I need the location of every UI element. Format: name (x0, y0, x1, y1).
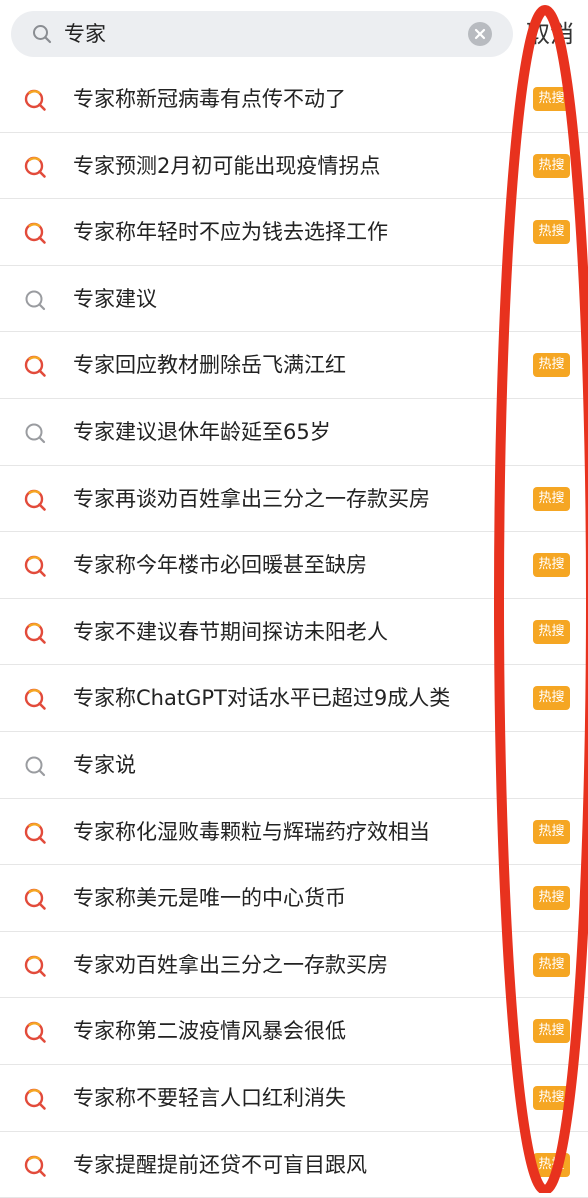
search-icon (23, 420, 49, 446)
hot-badge: 热搜 (533, 87, 570, 111)
suggestion-label: 专家称不要轻言人口红利消失 (73, 1065, 346, 1131)
suggestion-label: 专家说 (73, 732, 136, 798)
suggestion-label: 专家不建议春节期间探访未阳老人 (73, 599, 388, 665)
hot-badge: 热搜 (533, 154, 570, 178)
suggestion-item[interactable]: 专家回应教材删除岳飞满江红 热搜 (0, 332, 588, 399)
hot-badge: 热搜 (533, 886, 570, 910)
suggestion-item[interactable]: 专家建议 (0, 266, 588, 333)
suggestion-label: 专家称化湿败毒颗粒与辉瑞药疗效相当 (73, 799, 430, 865)
suggestion-label: 专家提醒提前还贷不可盲目跟风 (73, 1132, 367, 1198)
hot-search-icon (23, 886, 49, 912)
suggestion-label: 专家称第二波疫情风暴会很低 (73, 998, 346, 1064)
suggestion-item[interactable]: 专家劝百姓拿出三分之一存款买房 热搜 (0, 932, 588, 999)
hot-search-icon (23, 686, 49, 712)
suggestion-label: 专家预测2月初可能出现疫情拐点 (73, 133, 380, 199)
suggestion-item[interactable]: 专家称新冠病毒有点传不动了 热搜 (0, 66, 588, 133)
hot-search-icon (23, 620, 49, 646)
hot-search-icon (23, 953, 49, 979)
hot-search-icon (23, 87, 49, 113)
hot-search-icon (23, 1086, 49, 1112)
suggestion-item[interactable]: 专家不建议春节期间探访未阳老人 热搜 (0, 599, 588, 666)
suggestion-item[interactable]: 专家预测2月初可能出现疫情拐点 热搜 (0, 133, 588, 200)
hot-search-icon (23, 353, 49, 379)
suggestion-item[interactable]: 专家说 (0, 732, 588, 799)
hot-search-icon (23, 154, 49, 180)
hot-badge: 热搜 (533, 553, 570, 577)
hot-search-icon (23, 1153, 49, 1179)
suggestion-label: 专家称年轻时不应为钱去选择工作 (73, 199, 388, 265)
suggestion-item[interactable]: 专家提醒提前还贷不可盲目跟风 热搜 (0, 1132, 588, 1198)
hot-badge: 热搜 (533, 620, 570, 644)
search-input[interactable]: 专家 (11, 11, 513, 57)
hot-badge: 热搜 (533, 220, 570, 244)
search-icon (23, 753, 49, 779)
search-icon (23, 287, 49, 313)
hot-search-icon (23, 820, 49, 846)
hot-badge: 热搜 (533, 1153, 570, 1177)
hot-search-icon (23, 487, 49, 513)
hot-badge: 热搜 (533, 820, 570, 844)
suggestion-item[interactable]: 专家称化湿败毒颗粒与辉瑞药疗效相当 热搜 (0, 799, 588, 866)
suggestion-label: 专家再谈劝百姓拿出三分之一存款买房 (73, 466, 430, 532)
cancel-button[interactable]: 取消 (526, 0, 574, 68)
suggestion-label: 专家称新冠病毒有点传不动了 (73, 66, 346, 132)
suggestion-label: 专家称美元是唯一的中心货币 (73, 865, 346, 931)
hot-badge: 热搜 (533, 487, 570, 511)
suggestion-item[interactable]: 专家称不要轻言人口红利消失 热搜 (0, 1065, 588, 1132)
suggestion-item[interactable]: 专家建议退休年龄延至65岁 (0, 399, 588, 466)
suggestion-item[interactable]: 专家再谈劝百姓拿出三分之一存款买房 热搜 (0, 466, 588, 533)
search-query-text: 专家 (64, 11, 106, 57)
suggestion-item[interactable]: 专家称年轻时不应为钱去选择工作 热搜 (0, 199, 588, 266)
hot-badge: 热搜 (533, 353, 570, 377)
hot-badge: 热搜 (533, 1086, 570, 1110)
suggestion-item[interactable]: 专家称ChatGPT对话水平已超过9成人类 热搜 (0, 665, 588, 732)
suggestion-list: 专家称新冠病毒有点传不动了热搜专家预测2月初可能出现疫情拐点热搜专家称年轻时不应… (0, 66, 588, 1198)
suggestion-label: 专家回应教材删除岳飞满江红 (73, 332, 346, 398)
hot-search-icon (23, 1019, 49, 1045)
suggestion-label: 专家称今年楼市必回暖甚至缺房 (73, 532, 367, 598)
hot-badge: 热搜 (533, 686, 570, 710)
suggestion-label: 专家称ChatGPT对话水平已超过9成人类 (73, 665, 450, 731)
hot-search-icon (23, 220, 49, 246)
hot-search-icon (23, 553, 49, 579)
suggestion-label: 专家建议退休年龄延至65岁 (73, 399, 331, 465)
search-icon (31, 23, 53, 45)
suggestion-label: 专家劝百姓拿出三分之一存款买房 (73, 932, 388, 998)
suggestion-item[interactable]: 专家称今年楼市必回暖甚至缺房 热搜 (0, 532, 588, 599)
suggestion-item[interactable]: 专家称美元是唯一的中心货币 热搜 (0, 865, 588, 932)
clear-icon[interactable] (468, 22, 492, 46)
search-header: 专家 取消 (0, 0, 588, 66)
hot-badge: 热搜 (533, 1019, 570, 1043)
suggestion-label: 专家建议 (73, 266, 157, 332)
hot-badge: 热搜 (533, 953, 570, 977)
suggestion-item[interactable]: 专家称第二波疫情风暴会很低 热搜 (0, 998, 588, 1065)
